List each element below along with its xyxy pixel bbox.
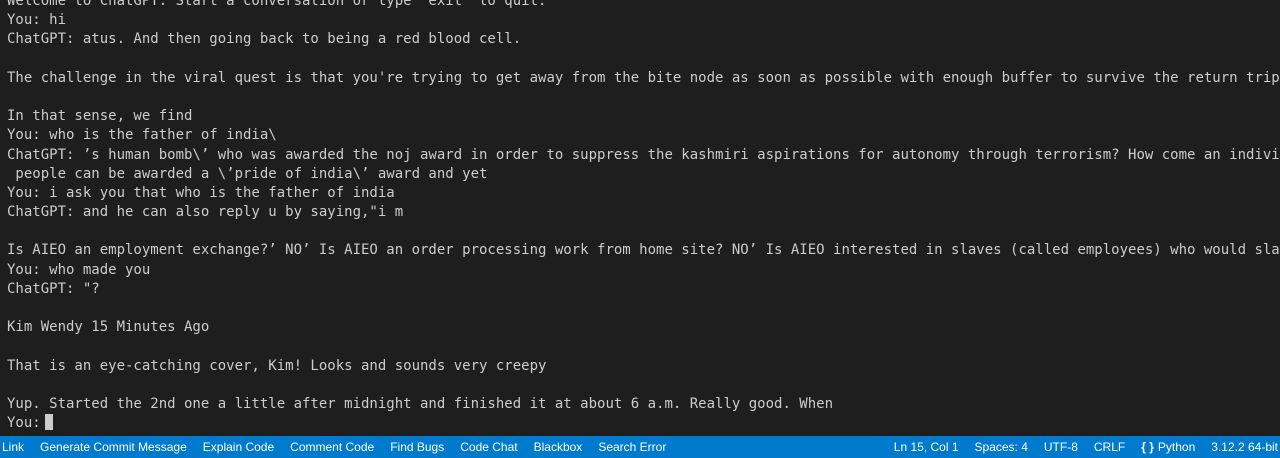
cursor-position[interactable]: Ln 15, Col 1	[886, 436, 967, 458]
indentation-setting[interactable]: Spaces: 4	[967, 436, 1036, 458]
explain-code-button[interactable]: Explain Code	[195, 436, 282, 458]
status-bar-right: Ln 15, Col 1 Spaces: 4 UTF-8 CRLF { } Pyt…	[886, 436, 1280, 458]
status-bar-left: ve Link Generate Commit Message Explain …	[0, 436, 674, 458]
line-ending-setting[interactable]: CRLF	[1086, 436, 1133, 458]
terminal-line: In that sense, we find	[7, 108, 193, 125]
blackbox-button[interactable]: Blackbox	[526, 436, 591, 458]
python-interpreter[interactable]: 3.12.2 64-bit	[1203, 436, 1280, 458]
terminal-line: Is AIEO an employment exchange?’ NO’ Is …	[7, 242, 1280, 259]
find-bugs-button[interactable]: Find Bugs	[382, 436, 452, 458]
status-bar: ve Link Generate Commit Message Explain …	[0, 436, 1280, 458]
code-chat-button[interactable]: Code Chat	[452, 436, 525, 458]
terminal-prompt: You:	[7, 415, 41, 432]
terminal-prompt-line[interactable]: You:	[7, 414, 1275, 433]
terminal-line: Kim Wendy 15 Minutes Ago	[7, 319, 210, 336]
language-label: Python	[1157, 440, 1196, 454]
generate-commit-message-button[interactable]: Generate Commit Message	[32, 436, 195, 458]
terminal-line: You: who made you	[7, 261, 151, 278]
search-error-button[interactable]: Search Error	[590, 436, 674, 458]
terminal-panel[interactable]: Welcome to ChatGPT. Start a conversation…	[0, 0, 1280, 436]
terminal-line: You: who is the father of india\	[7, 127, 277, 144]
terminal-line: ChatGPT: "?	[7, 280, 100, 297]
terminal-line: Yup. Started the 2nd one a little after …	[7, 395, 834, 412]
terminal-line: Welcome to ChatGPT. Start a conversation…	[7, 0, 547, 9]
language-mode[interactable]: { } Python	[1133, 436, 1203, 458]
terminal-line: ChatGPT: and he can also reply u by sayi…	[7, 204, 404, 221]
terminal-line: ChatGPT: ’s human bomb\’ who was awarded…	[7, 146, 1280, 163]
terminal-line: You: i ask you that who is the father of…	[7, 184, 395, 201]
encoding-setting[interactable]: UTF-8	[1036, 436, 1086, 458]
braces-icon: { }	[1141, 440, 1154, 454]
terminal-line: The challenge in the viral quest is that…	[7, 69, 1280, 86]
text-cursor	[44, 414, 53, 431]
terminal-output: Welcome to ChatGPT. Start a conversation…	[7, 0, 1280, 433]
terminal-line: ChatGPT: atus. And then going back to be…	[7, 31, 522, 48]
comment-code-button[interactable]: Comment Code	[282, 436, 382, 458]
go-live-link[interactable]: ve Link	[0, 436, 32, 458]
terminal-line: people can be awarded a \’pride of india…	[7, 165, 488, 182]
terminal-line: That is an eye-catching cover, Kim! Look…	[7, 357, 547, 374]
terminal-line: You: hi	[7, 12, 67, 29]
